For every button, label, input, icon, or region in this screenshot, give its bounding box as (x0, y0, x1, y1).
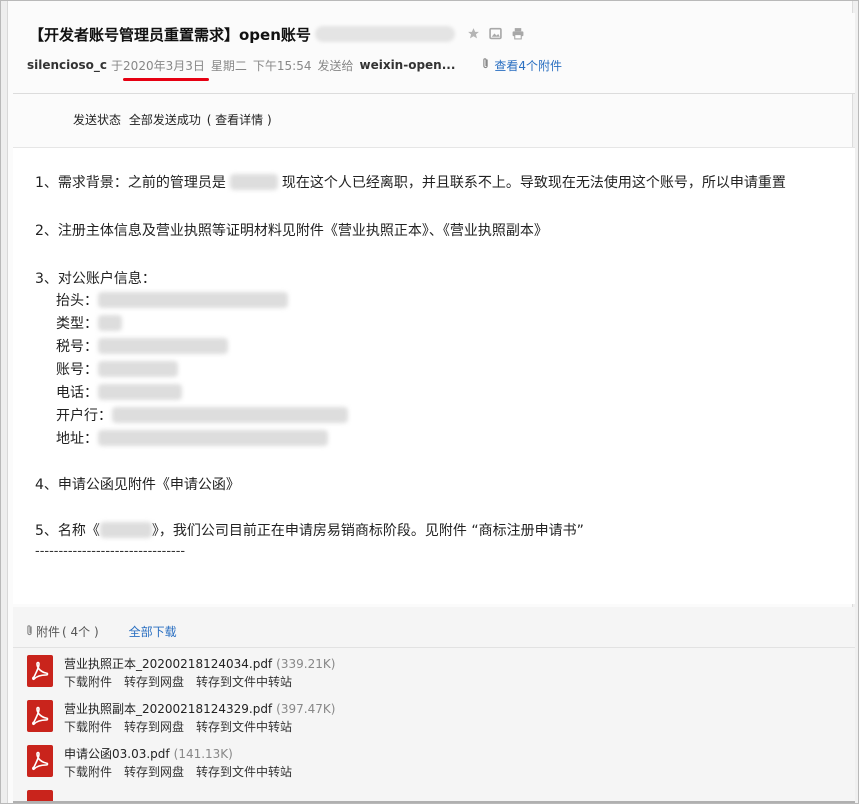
redacted-account-number (98, 361, 178, 377)
attachment-filename: 营业执照副本_20200218124329.pdf (64, 702, 273, 716)
field-phone-label: 电话： (56, 385, 98, 401)
attachment-size: (141.13K) (173, 747, 233, 761)
redacted-address (98, 430, 328, 446)
redacted-admin-name (229, 174, 278, 190)
attachment-size: (339.21K) (276, 657, 336, 671)
save-to-netdisk-link[interactable]: 转存到网盘 (124, 718, 184, 735)
field-title: 抬头： (56, 290, 288, 310)
date-prefix: 于 (111, 58, 124, 73)
sent-to-label: 发送给 (317, 58, 354, 73)
field-tax-id-label: 税号： (56, 339, 98, 355)
attachment-name[interactable]: 营业执照正本_20200218124034.pdf (339.21K) (64, 655, 335, 672)
send-status: 发送状态 全部发送成功 ( 查看详情 ) (73, 111, 272, 128)
save-to-netdisk-link[interactable]: 转存到网盘 (124, 673, 184, 690)
field-address: 地址： (56, 428, 328, 448)
field-account: 账号： (56, 359, 178, 379)
body-line-5-start: 5、名称《 (35, 523, 100, 539)
field-account-label: 账号： (56, 362, 98, 378)
save-to-transfer-station-link[interactable]: 转存到文件中转站 (196, 718, 292, 735)
sent-date: 2020年3月3日 (123, 57, 209, 81)
attachment-filename: 营业执照正本_20200218124034.pdf (64, 657, 273, 671)
field-tax-id: 税号： (56, 336, 228, 356)
sent-weekday: 星期二 (210, 58, 247, 73)
redacted-title (98, 292, 288, 308)
field-type: 类型： (56, 313, 122, 333)
body-line-2: 2、注册主体信息及营业执照等证明材料见附件《营业执照正本》、《营业执照副本》 (35, 223, 548, 239)
download-attachment-link[interactable]: 下载附件 (64, 718, 112, 735)
field-type-label: 类型： (56, 316, 98, 332)
pdf-file-icon[interactable] (27, 655, 53, 687)
attachments-panel: 附件 ( 4个 ) 全部下载 营业执照正本_20200218124034.pdf… (13, 607, 855, 803)
attachment-item: 营业执照副本_20200218124329.pdf (397.47K) 下载附件 … (27, 698, 847, 738)
pdf-file-icon[interactable] (27, 700, 53, 732)
attachments-header: 附件 ( 4个 ) 全部下载 (25, 623, 177, 640)
redacted-account (314, 26, 455, 42)
attachment-item: 申请公函03.03.pdf (141.13K) 下载附件 转存到网盘 转存到文件中… (27, 743, 847, 783)
attachment-item: 营业执照正本_20200218124034.pdf (339.21K) 下载附件 … (27, 653, 847, 693)
attachment-size: (397.47K) (276, 702, 336, 716)
download-attachment-link[interactable]: 下载附件 (64, 763, 112, 780)
body-divider-dashes: -------------------------------- (35, 544, 186, 559)
attachments-label: 附件 (36, 625, 61, 639)
body-line-1: 1、需求背景：之前的管理员是 现在这个人已经离职，并且联系不上。导致现在无法使用… (35, 172, 786, 192)
star-icon[interactable] (467, 27, 481, 41)
header-actions (467, 27, 525, 41)
body-line-3: 3、对公账户信息： (35, 271, 156, 287)
attachment-actions: 下载附件 转存到网盘 转存到文件中转站 (64, 763, 292, 780)
mail-body: 1、需求背景：之前的管理员是 现在这个人已经离职，并且联系不上。导致现在无法使用… (13, 148, 855, 604)
save-to-transfer-station-link[interactable]: 转存到文件中转站 (196, 673, 292, 690)
image-icon[interactable] (489, 27, 503, 41)
send-status-details-link[interactable]: ( 查看详情 ) (207, 113, 272, 127)
send-status-value: 全部发送成功 (128, 113, 201, 127)
recipient-name[interactable]: weixin-open... (359, 58, 455, 72)
left-scrollbar[interactable] (1, 1, 8, 803)
subject-row: 【开发者账号管理员重置需求】open账号 (29, 23, 525, 45)
body-line-5-rest: 》，我们公司目前正在申请房易销商标阶段。见附件 “商标注册申请书” (151, 523, 584, 539)
view-attachments-link[interactable]: 查看4个附件 (481, 57, 562, 74)
body-line-5: 5、名称《 》，我们公司目前正在申请房易销商标阶段。见附件 “商标注册申请书” (35, 520, 584, 540)
bottom-border (13, 801, 855, 803)
print-icon[interactable] (511, 27, 525, 41)
redacted-phone (98, 384, 182, 400)
redacted-bank (112, 407, 348, 423)
view-attachments-text: 查看4个附件 (494, 58, 563, 73)
field-title-label: 抬头： (56, 293, 98, 309)
attachments-count: ( 4个 ) (62, 625, 99, 639)
mail-subject: 【开发者账号管理员重置需求】open账号 (29, 25, 311, 44)
field-phone: 电话： (56, 382, 182, 402)
attachment-actions: 下载附件 转存到网盘 转存到文件中转站 (64, 718, 292, 735)
header-divider (13, 93, 855, 94)
redacted-tax-id (98, 338, 228, 354)
attachment-actions: 下载附件 转存到网盘 转存到文件中转站 (64, 673, 292, 690)
mail-header: 【开发者账号管理员重置需求】open账号 silencioso_c 于 2020… (13, 13, 855, 93)
field-bank: 开户行： (56, 405, 348, 425)
save-to-transfer-station-link[interactable]: 转存到文件中转站 (196, 763, 292, 780)
redacted-company-name (99, 522, 152, 538)
body-line-1-text: 1、需求背景：之前的管理员是 (35, 175, 226, 191)
paperclip-icon (25, 624, 34, 640)
send-status-label: 发送状态 (73, 113, 122, 127)
field-bank-label: 开户行： (56, 408, 112, 424)
download-attachment-link[interactable]: 下载附件 (64, 673, 112, 690)
date-highlight-mark (123, 77, 209, 81)
meta-row: silencioso_c 于 2020年3月3日 星期二 下午15:54 发送给… (27, 55, 562, 81)
save-to-netdisk-link[interactable]: 转存到网盘 (124, 763, 184, 780)
download-all-link[interactable]: 全部下载 (129, 623, 177, 640)
redacted-type (98, 315, 122, 331)
attachments-separator (13, 647, 855, 648)
pdf-file-icon[interactable] (27, 745, 53, 777)
sender-name[interactable]: silencioso_c (27, 58, 107, 72)
sent-time: 下午15:54 (252, 58, 312, 73)
field-address-label: 地址： (56, 431, 98, 447)
attachment-name[interactable]: 营业执照副本_20200218124329.pdf (397.47K) (64, 700, 335, 717)
attachment-name[interactable]: 申请公函03.03.pdf (141.13K) (64, 745, 233, 762)
sent-date-text: 2020年3月3日 (123, 58, 205, 73)
body-line-4: 4、申请公函见附件《申请公函》 (35, 477, 240, 493)
attachment-filename: 申请公函03.03.pdf (64, 747, 170, 761)
paperclip-icon (481, 57, 490, 74)
body-line-1-rest: 现在这个人已经离职，并且联系不上。导致现在无法使用这个账号，所以申请重置 (281, 175, 786, 191)
mail-window: 【开发者账号管理员重置需求】open账号 silencioso_c 于 2020… (0, 0, 859, 804)
